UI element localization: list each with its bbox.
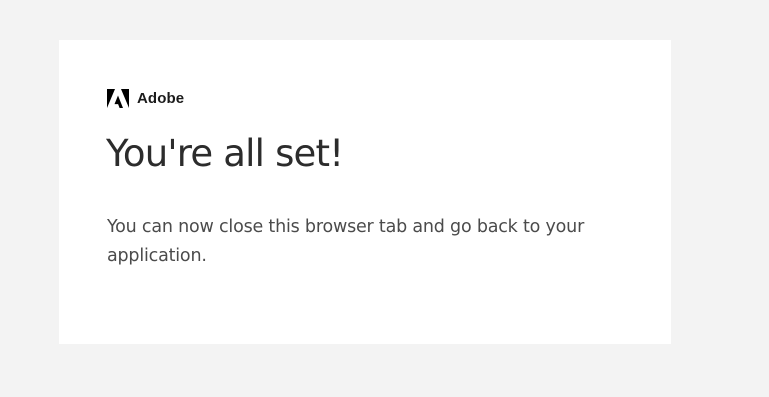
brand-header: Adobe [107, 89, 184, 108]
confirmation-message: You can now close this browser tab and g… [107, 217, 585, 266]
brand-name: Adobe [137, 90, 185, 107]
adobe-logo-icon [107, 89, 129, 108]
page-title: You're all set! [106, 132, 344, 175]
confirmation-card: Adobe You're all set! You can now close … [59, 40, 671, 344]
